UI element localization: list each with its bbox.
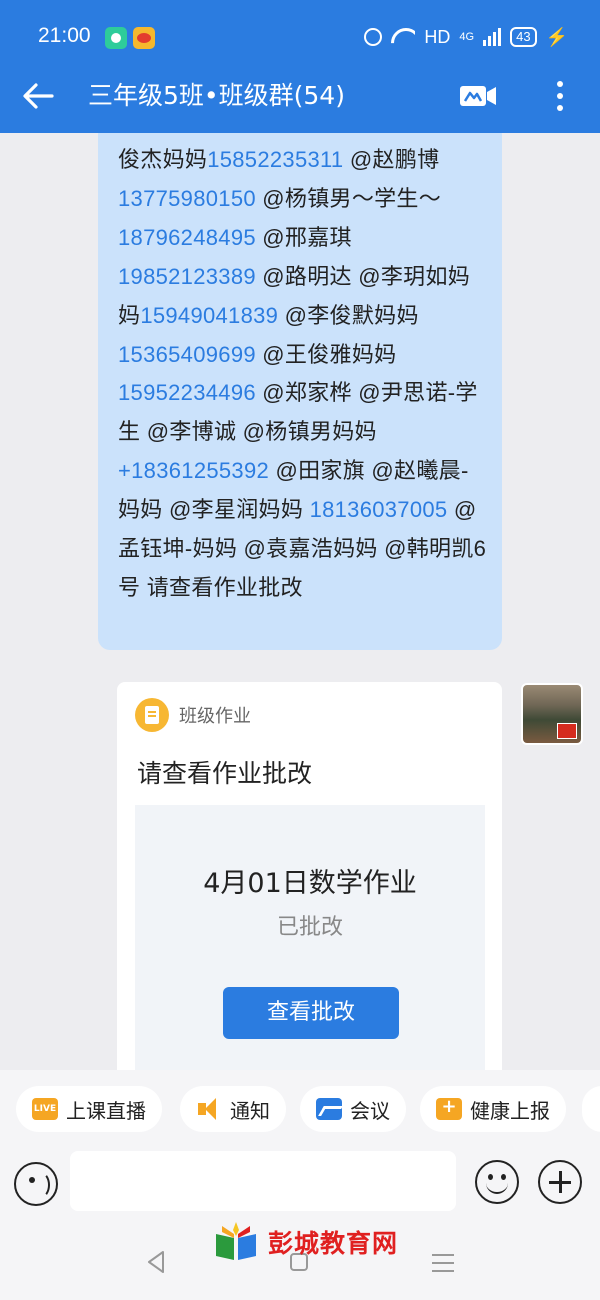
quick-action-label: 上课直播 — [66, 1098, 146, 1123]
phone-number-link[interactable]: 15365409699 — [118, 342, 256, 367]
message-segment: @赵鹏博 — [343, 147, 440, 172]
charging-icon: ⚡ — [545, 26, 568, 47]
nav-recents-icon[interactable] — [432, 1254, 454, 1272]
message-text: 俊杰妈妈15852235311 @赵鹏博 13775980150 @杨镇男～学生～… — [118, 141, 488, 608]
phone-number-link[interactable]: 15952234496 — [118, 380, 256, 405]
homework-icon — [135, 698, 169, 732]
sender-avatar[interactable] — [521, 683, 583, 745]
book-logo-icon — [216, 1222, 256, 1260]
message-input[interactable] — [70, 1151, 456, 1211]
video-call-icon[interactable] — [458, 82, 498, 110]
meeting-icon — [316, 1098, 342, 1120]
phone-number-link[interactable]: 18136037005 — [310, 497, 448, 522]
quick-action-notice[interactable]: 通知 — [180, 1086, 286, 1132]
chat-title: 三年级5班•班级群(54) — [88, 81, 345, 110]
phone-number-link[interactable]: 15852235311 — [207, 147, 343, 172]
quick-action-label: 通知 — [230, 1098, 270, 1123]
view-grading-button[interactable]: 查看批改 — [223, 987, 399, 1039]
header: 21:00 HD 4G 43 ⚡ 三年级5班•班级群(54) — [0, 0, 600, 133]
homework-card[interactable]: 班级作业 请查看作业批改 4月01日数学作业 已批改 查看批改 — [117, 682, 502, 1070]
assignment-status: 已批改 — [276, 915, 343, 940]
alarm-icon — [364, 28, 383, 46]
message-segment: @邢嘉琪 — [255, 224, 352, 250]
health-report-icon — [436, 1096, 462, 1120]
input-bar — [0, 1148, 600, 1228]
wifi-icon — [391, 28, 415, 46]
assignment-name: 4月01日数学作业 — [203, 868, 417, 899]
phone-number-link[interactable]: +18361255392 — [118, 458, 269, 483]
assignment-panel: 4月01日数学作业 已批改 查看批改 — [135, 805, 485, 1070]
phone-number-link[interactable]: 19852123389 — [118, 264, 256, 289]
quick-action-live[interactable]: LIVE 上课直播 — [16, 1086, 162, 1132]
message-segment: 俊杰妈妈 — [118, 147, 208, 172]
emoji-icon[interactable] — [475, 1160, 519, 1204]
quick-action-more[interactable] — [582, 1086, 600, 1132]
message-segment: 请查看作业批改 — [146, 574, 303, 600]
message-segment: @杨镇男～学生～ — [255, 185, 442, 211]
status-indicators: HD 4G 43 ⚡ — [364, 22, 568, 52]
voice-icon[interactable] — [14, 1162, 58, 1206]
megaphone-icon — [196, 1098, 222, 1120]
message-bubble[interactable]: 俊杰妈妈15852235311 @赵鹏博 13775980150 @杨镇男～学生～… — [98, 133, 502, 650]
weibo-icon — [133, 27, 155, 49]
status-bar: 21:00 HD 4G 43 ⚡ — [0, 0, 600, 72]
nav-back-icon[interactable] — [146, 1250, 166, 1274]
live-icon: LIVE — [32, 1098, 58, 1120]
more-vertical-icon[interactable] — [548, 78, 572, 114]
phone-number-link[interactable]: 15949041839 — [140, 303, 278, 328]
watermark-text: 彭城教育网 — [268, 1229, 399, 1258]
message-segment: @李俊默妈妈 — [278, 302, 419, 328]
chat-area[interactable]: 俊杰妈妈15852235311 @赵鹏博 13775980150 @杨镇男～学生～… — [0, 133, 600, 1070]
quick-action-label: 健康上报 — [470, 1098, 550, 1123]
message-segment: @王俊雅妈妈 — [255, 341, 397, 367]
notification-app-icon — [105, 27, 127, 49]
plus-icon[interactable] — [538, 1160, 582, 1204]
card-tag: 班级作业 — [179, 706, 251, 727]
app-bar: 三年级5班•班级群(54) — [0, 72, 600, 133]
quick-action-health[interactable]: 健康上报 — [420, 1086, 566, 1132]
quick-action-label: 会议 — [350, 1098, 390, 1123]
phone-number-link[interactable]: 13775980150 — [118, 186, 256, 211]
status-time: 21:00 — [38, 24, 91, 47]
quick-action-meeting[interactable]: 会议 — [300, 1086, 406, 1132]
hd-label: HD — [424, 26, 451, 47]
signal-icon — [483, 28, 502, 46]
battery-icon: 43 — [510, 27, 537, 47]
back-arrow-icon[interactable] — [20, 78, 56, 114]
phone-number-link[interactable]: 18796248495 — [118, 225, 256, 250]
watermark: 彭城教育网 — [212, 1218, 398, 1266]
network-type: 4G — [459, 30, 475, 43]
quick-actions-bar: LIVE 上课直播 通知 会议 健康上报 — [0, 1070, 600, 1148]
card-heading: 请查看作业批改 — [137, 759, 313, 788]
